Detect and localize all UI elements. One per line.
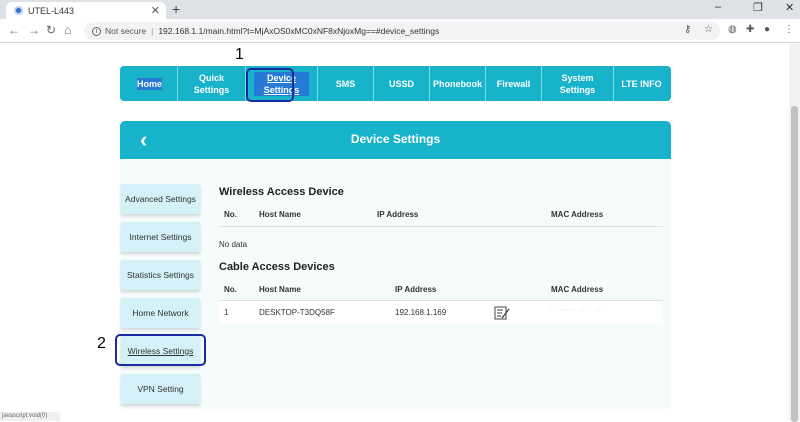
nav-ussd[interactable]: USSD: [374, 66, 430, 101]
profile-icon[interactable]: ●: [764, 24, 770, 35]
browser-tab-bar: UTEL-L443 ✕ + – ❐ ✕: [0, 0, 800, 19]
back-arrow-icon[interactable]: ←: [8, 23, 20, 37]
cable-col-no: No.: [224, 285, 237, 294]
menu-icon[interactable]: ⋮: [784, 24, 794, 35]
annotation-number-1: 1: [235, 46, 244, 63]
nav-quick-settings[interactable]: Quick Settings: [178, 66, 246, 101]
bookmark-star-icon[interactable]: ☆: [704, 24, 713, 35]
nav-system-settings[interactable]: System Settings: [542, 66, 614, 101]
cable-col-mac: MAC Address: [551, 285, 604, 294]
address-bar-row: ← → ↻ ⌂ i Not secure | 192.168.1.1/main.…: [0, 19, 800, 43]
home-icon[interactable]: ⌂: [64, 23, 71, 37]
sidebar-item-advanced-settings[interactable]: Advanced Settings: [121, 184, 200, 214]
annotation-highlight-2: [115, 334, 206, 366]
extensions-icon[interactable]: ✚: [746, 24, 754, 35]
nav-lte-info[interactable]: LTE INFO: [614, 66, 669, 101]
wireless-col-host: Host Name: [259, 210, 301, 219]
annotation-highlight-1: [246, 68, 294, 102]
info-icon[interactable]: i: [92, 26, 101, 36]
tab-close-icon[interactable]: ✕: [151, 4, 160, 17]
reload-icon[interactable]: ↻: [46, 23, 56, 37]
globe-icon[interactable]: ◍: [728, 24, 737, 35]
sidebar-item-internet-settings[interactable]: Internet Settings: [121, 222, 200, 252]
page-header: ‹ Device Settings: [120, 121, 671, 159]
divider: [219, 226, 663, 227]
new-tab-button[interactable]: +: [172, 1, 180, 17]
content-panel: [120, 159, 671, 409]
favicon-icon: [14, 6, 23, 15]
browser-tab[interactable]: UTEL-L443 ✕: [6, 2, 166, 19]
wireless-col-mac: MAC Address: [551, 210, 604, 219]
minimize-button[interactable]: –: [715, 1, 721, 13]
key-icon[interactable]: ⚷: [684, 24, 691, 35]
url-text: 192.168.1.1/main.html?t=MjAxOS0xMC0xNF8x…: [158, 26, 440, 36]
cable-row-mac: ·· ····· ·· · ··: [550, 307, 602, 314]
nav-phonebook[interactable]: Phonebook: [430, 66, 486, 101]
wireless-section-title: Wireless Access Device: [219, 186, 344, 198]
wireless-empty-text: No data: [219, 240, 248, 249]
sidebar-item-home-network[interactable]: Home Network: [121, 298, 200, 328]
address-input[interactable]: i Not secure | 192.168.1.1/main.html?t=M…: [84, 22, 720, 40]
edit-icon[interactable]: [494, 306, 510, 320]
window-close-button[interactable]: ✕: [785, 1, 794, 14]
cable-col-host: Host Name: [259, 285, 301, 294]
cable-row-ip: 192.168.1.169: [395, 308, 447, 317]
cable-section-title: Cable Access Devices: [219, 261, 335, 273]
status-bar: javascript:void(0): [0, 412, 60, 421]
cable-row-host: DESKTOP-T3DQ58F: [259, 308, 335, 317]
separator: |: [151, 26, 154, 36]
tab-title: UTEL-L443: [28, 5, 75, 16]
sidebar-item-statistics-settings[interactable]: Statistics Settings: [121, 260, 200, 290]
sidebar-item-vpn-setting[interactable]: VPN Setting: [121, 374, 200, 404]
nav-home[interactable]: Home: [122, 66, 178, 101]
wireless-col-ip: IP Address: [377, 210, 419, 219]
annotation-number-2: 2: [97, 335, 106, 352]
nav-firewall[interactable]: Firewall: [486, 66, 542, 101]
scrollbar[interactable]: [789, 44, 800, 422]
not-secure-label: Not secure: [105, 26, 147, 36]
forward-arrow-icon[interactable]: →: [28, 23, 40, 37]
cable-col-ip: IP Address: [395, 285, 437, 294]
nav-sms[interactable]: SMS: [318, 66, 374, 101]
top-navigation: Home Quick Settings Device Settings SMS …: [120, 66, 671, 101]
scrollbar-thumb[interactable]: [791, 106, 798, 422]
restore-button[interactable]: ❐: [753, 1, 763, 14]
wireless-col-no: No.: [224, 210, 237, 219]
page-title: Device Settings: [350, 132, 441, 146]
cable-row-no: 1: [224, 308, 229, 317]
